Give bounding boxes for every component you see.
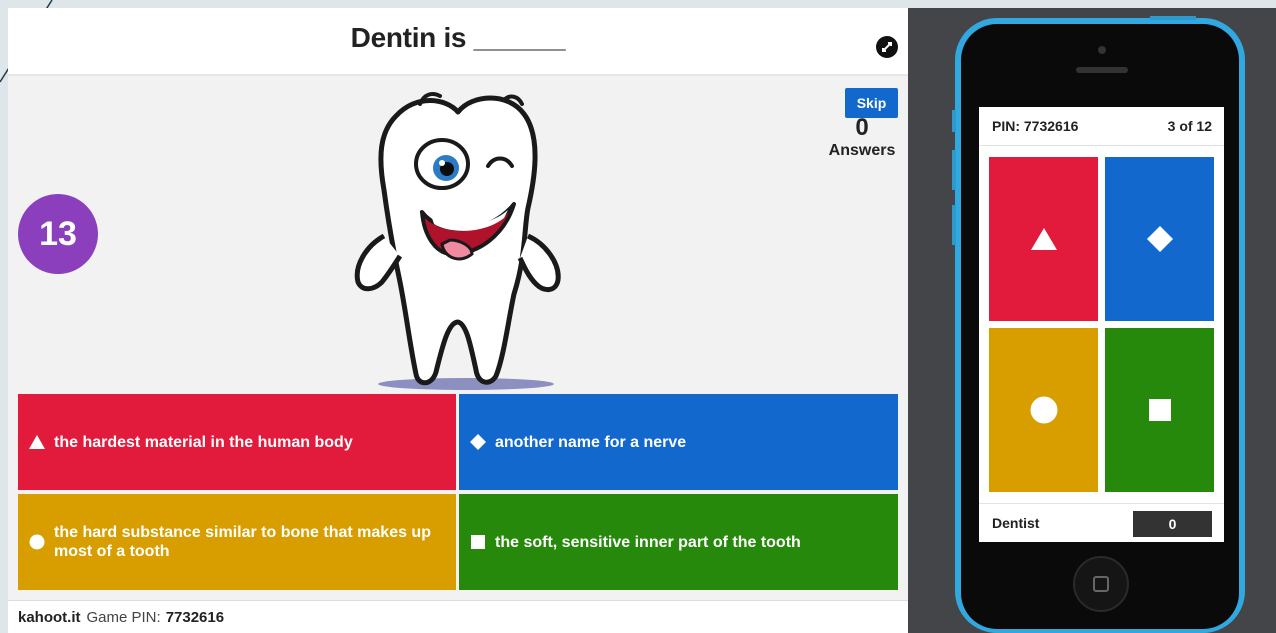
fullscreen-icon[interactable] [876, 36, 898, 58]
player-answer-square[interactable] [1105, 328, 1214, 492]
answers-label: Answers [828, 142, 896, 159]
question-title: Dentin is ______ [350, 22, 566, 53]
player-name: Dentist [992, 515, 1040, 531]
kahoot-question-view: Dentin is ______ 13 Skip 0 Answers the h… [8, 8, 908, 633]
phone-power-button [1150, 16, 1196, 20]
diamond-icon [1146, 226, 1173, 252]
site-link[interactable]: kahoot.it [18, 609, 81, 626]
phone-mute-switch [952, 110, 956, 132]
player-status-bar: Dentist 0 [979, 503, 1224, 543]
square-icon [1148, 399, 1171, 421]
phone-home-button[interactable] [1073, 556, 1129, 612]
circle-icon [1030, 396, 1057, 424]
game-pin-label: Game PIN: [86, 608, 161, 626]
answer-option-3[interactable]: the hard substance similar to bone that … [18, 494, 456, 590]
answer-option-4[interactable]: the soft, sensitive inner part of the to… [459, 494, 898, 590]
answer-text: the soft, sensitive inner part of the to… [495, 533, 801, 551]
phone-volume-up [952, 150, 956, 190]
triangle-icon [1030, 228, 1057, 250]
answer-text: the hard substance similar to bone that … [54, 524, 431, 560]
answer-option-2[interactable]: another name for a nerve [459, 394, 898, 490]
home-square-icon [1093, 576, 1109, 592]
phone-camera [1098, 46, 1106, 54]
square-icon [469, 533, 487, 551]
answer-option-1[interactable]: the hardest material in the human body [18, 394, 456, 490]
phone-speaker [1076, 67, 1128, 73]
question-header: Dentin is ______ [8, 8, 908, 76]
diamond-icon [469, 433, 487, 451]
player-pin: PIN: 7732616 [992, 118, 1079, 134]
answers-count: 0 [855, 114, 869, 141]
countdown-timer: 13 [18, 194, 98, 274]
game-pin-value: 7732616 [165, 608, 225, 626]
player-screen-header: PIN: 7732616 3 of 12 [979, 107, 1224, 146]
player-answer-triangle[interactable] [989, 157, 1098, 321]
circle-icon [28, 533, 46, 551]
tooth-mascot-image [354, 92, 561, 390]
answer-text: the hardest material in the human body [54, 433, 353, 451]
skip-button[interactable]: Skip [845, 88, 898, 118]
player-screen: PIN: 7732616 3 of 12 Dentist 0 [979, 107, 1224, 542]
question-progress: 3 of 12 [1167, 118, 1212, 134]
player-score: 0 [1133, 511, 1212, 537]
triangle-icon [28, 433, 46, 451]
player-answer-circle[interactable] [989, 328, 1098, 492]
answer-text: another name for a nerve [495, 433, 687, 451]
game-footer: kahoot.it Game PIN: 7732616 [8, 600, 908, 633]
player-answer-diamond[interactable] [1105, 157, 1214, 321]
phone-volume-down [952, 205, 956, 245]
